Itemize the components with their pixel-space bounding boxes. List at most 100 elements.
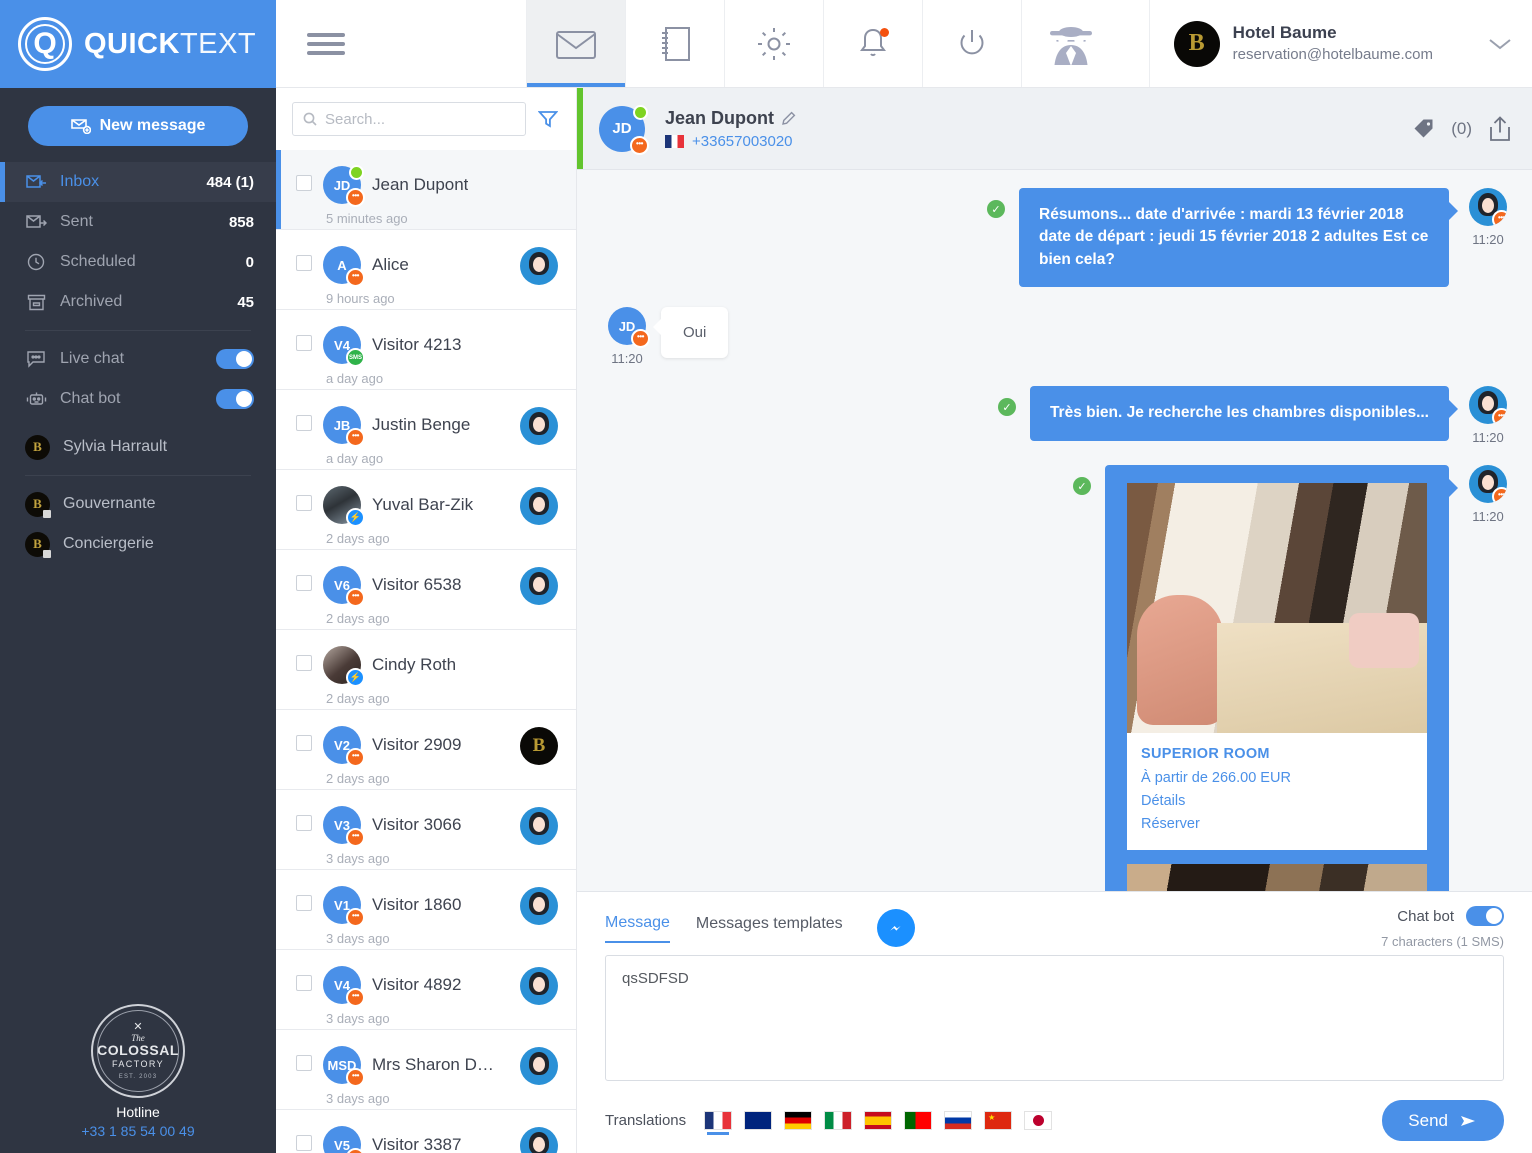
chat-badge [1492,487,1507,504]
hotline-number[interactable]: +33 1 85 54 00 49 [0,1123,276,1139]
sidebar-item-chat-bot[interactable]: Chat bot [0,379,276,419]
conversation-checkbox[interactable] [296,255,312,271]
conversation-item[interactable]: V6 Visitor 6538 2 days ago [276,550,576,630]
conversation-checkbox[interactable] [296,175,312,191]
composer-footer: Translations ★ Send [605,1100,1504,1141]
logout-button[interactable] [922,0,1021,87]
flag-uk-button[interactable] [744,1111,773,1130]
assigned-agent-placeholder [520,647,558,685]
search-box[interactable] [292,102,526,136]
conversation-item[interactable]: V2 Visitor 2909 2 days ago B [276,710,576,790]
conversation-item[interactable]: A Alice 9 hours ago [276,230,576,310]
conversation-item[interactable]: JB Justin Benge a day ago [276,390,576,470]
sidebar-agent-sylvia[interactable]: B Sylvia Harrault [0,427,276,467]
conversation-checkbox[interactable] [296,335,312,351]
flag-pt-button[interactable] [904,1111,933,1130]
spy-icon [1044,20,1098,68]
flag-de-button[interactable] [784,1111,813,1130]
conversation-item[interactable]: Cindy Roth 2 days ago [276,630,576,710]
conversation-item[interactable]: V5 Visitor 3387 4 days ago [276,1110,576,1153]
flag-it-button[interactable] [824,1111,853,1130]
flag-cn-button[interactable] [984,1111,1013,1130]
conversation-row: V1 Visitor 1860 [323,886,509,927]
conversation-item[interactable]: V4 Visitor 4892 3 days ago [276,950,576,1030]
brand-logo[interactable]: Q QUICKTEXT [0,0,276,88]
envelope-icon [555,28,597,60]
conversation-item[interactable]: V4 SMS Visitor 4213 a day ago [276,310,576,390]
chat-header: JD Jean Dupont [577,88,1532,170]
message-textarea[interactable] [605,955,1504,1081]
conversation-time: 3 days ago [326,1011,390,1026]
conversation-checkbox[interactable] [296,975,312,991]
conversation-checkbox[interactable] [296,655,312,671]
archive-icon [25,292,47,312]
flag-jp-button[interactable] [1024,1111,1053,1130]
chevron-down-icon[interactable] [1488,37,1512,51]
sidebar-agent-conciergerie[interactable]: B Conciergerie [0,524,276,564]
message-text: Très bien. Je recherche les chambres dis… [1029,386,1459,441]
conversation-item[interactable]: V1 Visitor 1860 3 days ago [276,870,576,950]
conversation-avatar: V6 [323,566,365,607]
sidebar-item-count: 858 [228,213,254,231]
conversation-item[interactable]: V3 Visitor 3066 3 days ago [276,790,576,870]
sidebar-item-scheduled[interactable]: Scheduled 0 [0,242,276,282]
sidebar-item-live-chat[interactable]: Live chat [0,339,276,379]
room-details-link[interactable]: Détails [1141,790,1413,813]
send-label: Send [1408,1110,1448,1130]
sidebar-item-sent[interactable]: Sent 858 [0,202,276,242]
composer-chatbot-toggle[interactable] [1466,906,1504,926]
contact-phone[interactable]: +33657003020 [692,133,793,150]
conversation-name: Visitor 4892 [372,975,462,994]
conversation-checkbox[interactable] [296,575,312,591]
conversation-checkbox[interactable] [296,415,312,431]
sidebar-divider-2 [25,475,251,476]
right-column: B Hotel Baume reservation@hotelbaume.com [276,0,1532,1153]
tab-contacts[interactable] [625,0,724,87]
pencil-icon[interactable] [782,111,796,125]
room-card-next[interactable] [1127,864,1427,891]
conversation-checkbox[interactable] [296,735,312,751]
conversation-checkbox[interactable] [296,895,312,911]
conversation-checkbox[interactable] [296,1135,312,1151]
tab-messages[interactable] [526,0,625,87]
live-chat-toggle[interactable] [216,349,254,369]
flag-ru-button[interactable] [944,1111,973,1130]
tag-count: (0) [1451,118,1472,138]
sidebar-item-archived[interactable]: Archived 45 [0,282,276,322]
logo-tools-icon: ✕ [133,1021,143,1034]
conversation-row: MSD Mrs Sharon D… [323,1046,509,1087]
sidebar-item-label: Inbox [60,173,100,190]
tag-icon[interactable] [1413,118,1435,140]
tab-message[interactable]: Message [605,912,670,943]
flag-es-button[interactable] [864,1111,893,1130]
conversation-item[interactable]: MSD Mrs Sharon D… 3 days ago [276,1030,576,1110]
incognito-button[interactable] [1021,0,1120,87]
messenger-icon[interactable] [876,908,915,947]
conversation-checkbox[interactable] [296,495,312,511]
hamburger-button[interactable] [276,0,376,87]
room-book-link[interactable]: Réserver [1141,813,1413,836]
chat-bot-toggle[interactable] [216,389,254,409]
tab-settings[interactable] [724,0,823,87]
flag-fr-button[interactable] [704,1111,733,1135]
assigned-agent-avatar [520,807,558,845]
funnel-icon[interactable] [538,110,558,128]
message-time: 11:20 [1472,430,1504,446]
room-card[interactable]: SUPERIOR ROOM À partir de 266.00 EUR Dét… [1127,483,1427,851]
conversation-item[interactable]: Yuval Bar-Zik 2 days ago [276,470,576,550]
conversation-body: V2 Visitor 2909 2 days ago [323,726,509,786]
sidebar-agent-gouvernante[interactable]: B Gouvernante [0,484,276,524]
conversation-checkbox[interactable] [296,815,312,831]
search-input[interactable] [325,110,515,128]
send-button[interactable]: Send [1382,1100,1504,1141]
conversation-list[interactable]: JD Jean Dupont 5 minutes ago A Alice 9 h… [276,150,576,1153]
user-menu[interactable]: B Hotel Baume reservation@hotelbaume.com [1148,0,1532,87]
new-message-button[interactable]: New message [28,106,248,146]
sidebar-item-inbox[interactable]: Inbox 484 (1) [0,162,276,202]
tab-notifications[interactable] [823,0,922,87]
conversation-item[interactable]: JD Jean Dupont 5 minutes ago [276,150,576,230]
tab-messages-templates[interactable]: Messages templates [696,913,843,942]
share-icon[interactable] [1488,115,1512,142]
chat-header-actions: (0) [1413,115,1512,142]
conversation-checkbox[interactable] [296,1055,312,1071]
